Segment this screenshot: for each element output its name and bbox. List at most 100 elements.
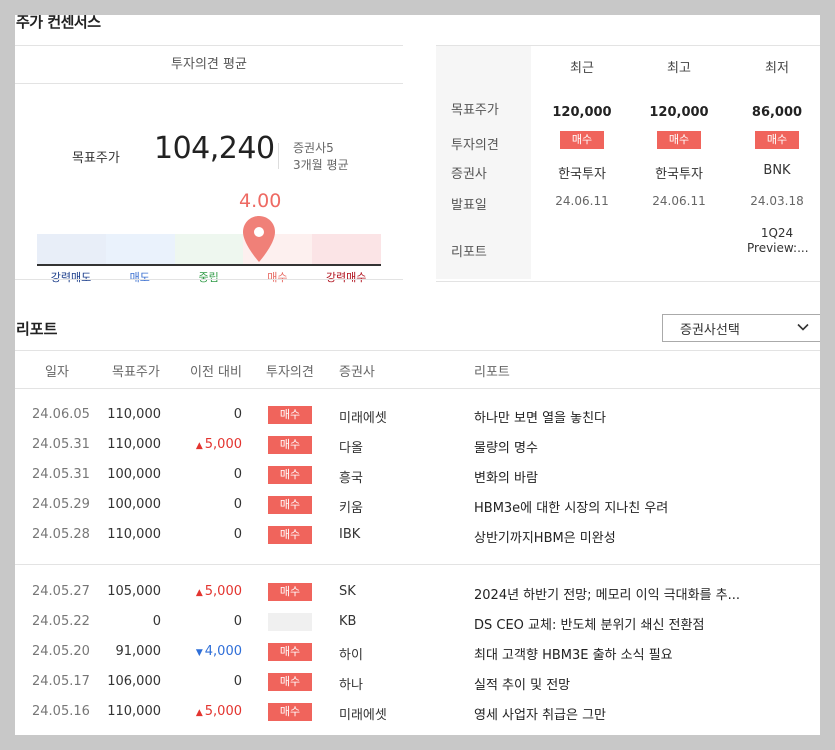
report-title-link[interactable]: 하나만 보면 열을 놓친다 <box>474 407 606 426</box>
report-opinion: 매수 <box>268 583 312 601</box>
table-row[interactable]: 24.05.27 105,000 ▲ 5,000 매수 SK 2024년 하반기 전망; 메… <box>15 577 820 607</box>
opinion-badge: 매수 <box>755 131 799 149</box>
scale-label: 매도 <box>129 271 150 284</box>
report-title-link[interactable]: HBM3e에 대한 시장의 지나친 우려 <box>474 497 668 516</box>
table-row[interactable]: 24.05.20 91,000 ▼ 4,000 매수 하이 최대 고객향 HBM3E 출하 … <box>15 637 820 667</box>
report-title-link[interactable]: 실적 추이 및 전망 <box>474 674 570 693</box>
report-change: ▲ 5,000 <box>172 584 242 599</box>
report-date: 24.06.05 <box>32 407 90 422</box>
report-change: ▲ 5,000 <box>172 704 242 719</box>
change-value: 0 <box>233 614 242 629</box>
reports-table-header: 일자 목표주가 이전 대비 투자의견 증권사 리포트 <box>15 350 820 389</box>
summary-target: 120,000 <box>552 105 612 120</box>
summary-broker: 한국투자 <box>558 167 606 182</box>
summary-broker: BNK <box>763 163 791 178</box>
report-broker: 다올 <box>339 441 363 456</box>
reports-title: 리포트 <box>16 320 58 338</box>
report-target-price: 110,000 <box>107 437 161 452</box>
arrow-up-icon: ▲ <box>195 441 203 451</box>
report-change: 0 <box>172 674 242 689</box>
report-broker: IBK <box>339 527 361 542</box>
change-value: 0 <box>233 497 242 512</box>
table-row[interactable]: 24.06.05 110,000 0 매수 미래에셋 하나만 보면 열을 놓친다 <box>15 400 820 430</box>
report-target-price: 110,000 <box>107 704 161 719</box>
report-change: 0 <box>172 527 242 542</box>
target-price-label: 목표주가 <box>72 151 120 166</box>
report-date: 24.05.22 <box>32 614 90 629</box>
report-title-link[interactable]: 최대 고객향 HBM3E 출하 소식 필요 <box>474 644 673 663</box>
arrow-up-icon: ▲ <box>195 708 203 718</box>
report-title-link[interactable]: 2024년 하반기 전망; 메모리 이익 극대화를 추... <box>474 584 740 603</box>
th-opinion: 투자의견 <box>266 365 314 380</box>
report-broker: 흥국 <box>339 471 363 486</box>
scale-label: 강력매수 <box>325 271 367 284</box>
arrow-up-icon: ▲ <box>195 588 203 598</box>
broker-select-label: 증권사선택 <box>680 323 740 338</box>
report-opinion: 매수 <box>268 643 312 661</box>
report-opinion: 매수 <box>268 526 312 544</box>
report-opinion: 매수 <box>268 703 312 721</box>
opinion-badge: 매수 <box>268 526 312 544</box>
th-report: 리포트 <box>474 365 510 380</box>
summary-date: 24.03.18 <box>750 194 804 208</box>
summary-card: 최근 최고 최저 목표주가 투자의견 증권사 발표일 리포트 120,000 매수… <box>436 45 820 282</box>
scale-label: 매수 <box>267 271 288 284</box>
report-date: 24.05.17 <box>32 674 90 689</box>
opinion-badge: 매수 <box>268 496 312 514</box>
opinion-score: 4.00 <box>239 190 282 212</box>
report-date: 24.05.20 <box>32 644 90 659</box>
report-change: 0 <box>172 467 242 482</box>
report-title-link[interactable]: 변화의 바람 <box>474 467 538 486</box>
table-row[interactable]: 24.05.29 100,000 0 매수 키움 HBM3e에 대한 시장의 지나친 우려 <box>15 490 820 520</box>
report-target-price: 110,000 <box>107 407 161 422</box>
opinion-badge: 매수 <box>268 406 312 424</box>
scale-label: 강력매도 <box>50 271 92 284</box>
consensus-panel: 주가 컨센서스 투자의견 평균 목표주가 104,240 증권사5 3개월 평균… <box>15 15 820 735</box>
location-pin-icon <box>243 216 275 262</box>
opinion-badge: 매수 <box>657 131 701 149</box>
report-broker: 키움 <box>339 501 363 516</box>
table-row[interactable]: 24.05.31 100,000 0 매수 흥국 변화의 바람 <box>15 460 820 490</box>
summary-report-link[interactable]: 1Q24 Preview:... <box>747 226 809 256</box>
arrow-down-icon: ▼ <box>195 648 203 658</box>
broker-select[interactable]: 증권사선택 <box>662 314 820 342</box>
section-title: 주가 컨센서스 <box>16 15 101 31</box>
report-date: 24.05.27 <box>32 584 90 599</box>
opinion-badge <box>268 613 312 631</box>
change-value: 0 <box>233 527 242 542</box>
report-opinion: 매수 <box>268 436 312 454</box>
report-broker: 미래에셋 <box>339 411 387 426</box>
report-target-price: 110,000 <box>107 527 161 542</box>
table-row[interactable]: 24.05.16 110,000 ▲ 5,000 매수 미래에셋 영세 사업자 취급은 그만 <box>15 697 820 727</box>
table-row[interactable]: 24.05.17 106,000 0 매수 하나 실적 추이 및 전망 <box>15 667 820 697</box>
report-title-link[interactable]: 물량의 명수 <box>474 437 538 456</box>
th-change: 이전 대비 <box>190 365 242 380</box>
broker-count: 증권사5 <box>293 141 334 155</box>
report-target-price: 91,000 <box>115 644 162 659</box>
report-title-link[interactable]: DS CEO 교체: 반도체 분위기 쇄신 전환점 <box>474 614 704 633</box>
row-label-report: 리포트 <box>451 245 487 260</box>
report-date: 24.05.28 <box>32 527 90 542</box>
table-row[interactable]: 24.05.28 110,000 0 매수 IBK 상반기까지HBM은 미완성 <box>15 520 820 550</box>
opinion-scale-bar <box>37 234 381 266</box>
opinion-badge: 매수 <box>268 436 312 454</box>
report-title-link[interactable]: 상반기까지HBM은 미완성 <box>474 527 616 546</box>
table-row[interactable]: 24.05.31 110,000 ▲ 5,000 매수 다올 물량의 명수 <box>15 430 820 460</box>
change-value: 0 <box>233 467 242 482</box>
row-label-opinion: 투자의견 <box>451 138 499 153</box>
table-row[interactable]: 24.05.22 0 0 KB DS CEO 교체: 반도체 분위기 쇄신 전환점 <box>15 607 820 637</box>
change-value: 5,000 <box>204 704 242 719</box>
report-title-link[interactable]: 영세 사업자 취급은 그만 <box>474 704 606 723</box>
average-period: 3개월 평균 <box>293 158 349 172</box>
summary-opinion: 매수 <box>634 131 724 149</box>
scale-segment <box>105 234 175 264</box>
report-change: 0 <box>172 497 242 512</box>
report-target-price: 100,000 <box>107 497 161 512</box>
opinion-badge: 매수 <box>268 466 312 484</box>
report-date: 24.05.31 <box>32 437 90 452</box>
col-header-low: 최저 <box>765 61 789 76</box>
target-price-value: 104,240 <box>154 131 275 166</box>
row-label-broker: 증권사 <box>451 167 487 182</box>
report-broker: KB <box>339 614 357 629</box>
report-target-price: 105,000 <box>107 584 161 599</box>
